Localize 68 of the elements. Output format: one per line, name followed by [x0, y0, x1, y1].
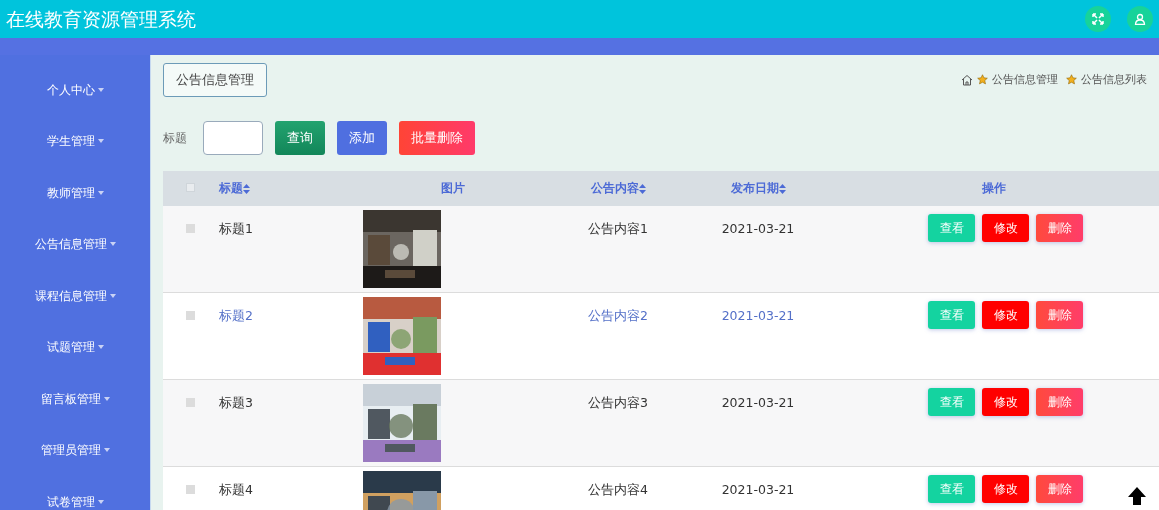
search-button[interactable]: 查询 [275, 120, 325, 155]
sort-icon[interactable] [638, 183, 646, 194]
title-cell: 标题2 [219, 308, 253, 323]
delete-button[interactable]: 删除 [1036, 301, 1083, 329]
title-cell: 标题1 [219, 220, 253, 236]
delete-button[interactable]: 删除 [1036, 475, 1083, 503]
star-icon [977, 74, 988, 86]
title-cell: 标题4 [219, 482, 253, 497]
row-checkbox[interactable] [186, 311, 195, 320]
date-cell: 2021-03-21 [721, 482, 795, 497]
row-checkbox[interactable] [186, 485, 195, 494]
sidebar-item[interactable]: 个人中心 [46, 80, 95, 99]
date-cell: 2021-03-21 [721, 395, 795, 410]
caret-icon [103, 396, 110, 401]
add-button[interactable]: 添加 [337, 120, 387, 155]
edit-button[interactable]: 修改 [982, 475, 1029, 503]
page-title: 公告信息管理 [163, 63, 267, 97]
sidebar-item[interactable]: 教师管理 [46, 183, 95, 202]
caret-icon [97, 190, 104, 195]
content-cell: 公告内容4 [588, 482, 648, 497]
column-header[interactable]: 发布日期 [730, 181, 779, 195]
breadcrumb-link[interactable]: 公告信息列表 [1081, 71, 1147, 88]
up-arrow-icon [1127, 486, 1147, 506]
edit-button[interactable]: 修改 [982, 301, 1029, 329]
title-cell: 标题3 [219, 395, 253, 410]
content-cell: 公告内容3 [588, 395, 648, 410]
column-header[interactable]: 标题 [219, 181, 243, 195]
date-cell: 2021-03-21 [721, 308, 795, 323]
search-label: 标题 [163, 129, 187, 147]
content-cell: 公告内容2 [588, 308, 648, 323]
column-header: 图片 [441, 181, 465, 195]
sidebar-item[interactable]: 管理员管理 [40, 441, 101, 460]
row-checkbox[interactable] [186, 223, 195, 233]
sidebar-item[interactable]: 留言板管理 [40, 389, 101, 408]
edit-button[interactable]: 修改 [982, 213, 1029, 242]
star-icon [1066, 74, 1077, 86]
caret-icon [109, 293, 116, 298]
search-field[interactable] [203, 120, 263, 155]
caret-icon [109, 242, 116, 247]
caret-icon [97, 87, 104, 92]
sidebar-item[interactable]: 课程信息管理 [34, 286, 107, 305]
delete-button[interactable]: 批量删除 [399, 120, 475, 155]
caret-icon [97, 499, 104, 504]
user-icon [1134, 13, 1146, 25]
delete-button[interactable]: 删除 [1036, 388, 1083, 416]
delete-button[interactable]: 删除 [1036, 213, 1083, 242]
breadcrumb-link[interactable]: 公告信息管理 [992, 71, 1058, 88]
caret-icon [97, 139, 104, 144]
column-header: 操作 [982, 181, 1006, 195]
user-button[interactable] [1127, 6, 1153, 32]
caret-icon [103, 448, 110, 453]
edit-button[interactable]: 修改 [982, 388, 1029, 416]
sort-icon[interactable] [778, 183, 786, 194]
sort-icon[interactable] [243, 183, 250, 194]
sidebar-item[interactable]: 公告信息管理 [34, 235, 107, 254]
fullscreen-button[interactable] [1085, 6, 1111, 32]
sidebar-item[interactable]: 试题管理 [46, 338, 95, 357]
select-all-checkbox[interactable] [186, 183, 195, 192]
sidebar-item[interactable]: 学生管理 [46, 132, 95, 151]
app-title: 在线教育资源管理系统 [6, 6, 196, 32]
date-cell: 2021-03-21 [721, 220, 795, 236]
home-icon[interactable] [961, 73, 973, 86]
column-header[interactable]: 公告内容 [590, 181, 639, 195]
content-cell: 公告内容1 [588, 220, 648, 236]
caret-icon [97, 345, 104, 350]
row-checkbox[interactable] [186, 398, 195, 407]
sidebar-item[interactable]: 试卷管理 [46, 492, 95, 510]
expand-icon [1092, 13, 1104, 25]
